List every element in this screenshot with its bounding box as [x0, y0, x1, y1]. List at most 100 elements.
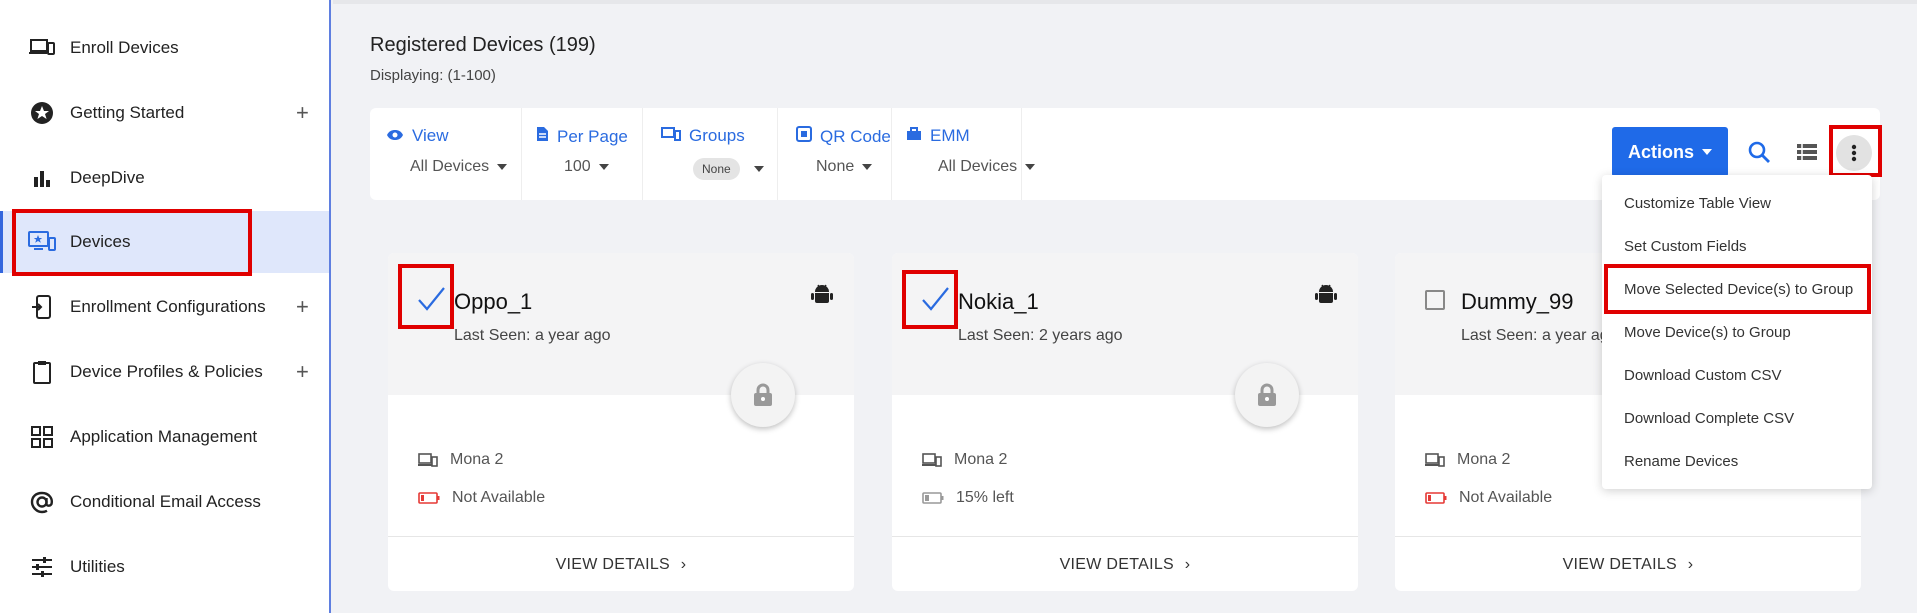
menu-item-move-selected-to-group[interactable]: Move Selected Device(s) to Group: [1624, 281, 1853, 298]
expand-plus-icon[interactable]: +: [296, 359, 309, 385]
device-group-icon: [1425, 453, 1445, 467]
device-card[interactable]: Nokia_1 Last Seen: 2 years ago Mona 2 15…: [892, 253, 1358, 591]
star-circle-icon: [28, 99, 56, 127]
filter-qr-code[interactable]: QR Code None: [778, 108, 892, 200]
last-seen: Last Seen: 2 years ago: [958, 327, 1123, 344]
filter-label: Per Page: [557, 126, 628, 146]
menu-item-rename-devices[interactable]: Rename Devices: [1624, 453, 1738, 470]
battery-empty-icon: [1425, 492, 1447, 504]
filter-label: QR Code: [820, 126, 891, 146]
chevron-right-icon: ›: [680, 556, 687, 573]
emm-select[interactable]: All Devices: [938, 158, 1036, 176]
clipboard-icon: [28, 358, 56, 386]
filter-value: All Devices: [410, 158, 490, 175]
android-icon: [1315, 284, 1337, 303]
sidebar-item-label: Utilities: [70, 557, 125, 576]
actions-button[interactable]: Actions: [1612, 127, 1728, 177]
device-group-row: Mona 2: [1425, 451, 1510, 469]
battery-status: 15% left: [956, 489, 1014, 506]
device-name[interactable]: Oppo_1: [454, 289, 532, 315]
view-details-button[interactable]: VIEW DETAILS ›: [1395, 556, 1861, 574]
sidebar-item-utilities[interactable]: Utilities: [0, 536, 329, 598]
sidebar-item-devices[interactable]: Devices: [0, 211, 329, 273]
lock-button[interactable]: [1235, 363, 1299, 427]
filter-value: None: [693, 158, 740, 180]
filter-view[interactable]: View All Devices: [370, 108, 522, 200]
menu-item-move-to-group[interactable]: Move Device(s) to Group: [1624, 324, 1791, 341]
sidebar-item-label: Enrollment Configurations: [70, 297, 266, 316]
sidebar-item-enroll-devices[interactable]: Enroll Devices: [0, 17, 329, 79]
battery-row: Not Available: [1425, 489, 1552, 507]
device-group: Mona 2: [954, 451, 1008, 468]
sidebar-item-deepdive[interactable]: DeepDive: [0, 147, 329, 209]
menu-item-customize-table-view[interactable]: Customize Table View: [1624, 195, 1771, 212]
sidebar-item-conditional-email-access[interactable]: Conditional Email Access: [0, 471, 329, 533]
sliders-icon: [28, 553, 56, 581]
filter-emm[interactable]: EMM All Devices: [892, 108, 1036, 200]
device-card[interactable]: Oppo_1 Last Seen: a year ago Mona 2 Not …: [388, 253, 854, 591]
filter-value: None: [816, 158, 855, 175]
expand-plus-icon[interactable]: +: [296, 100, 309, 126]
sidebar-item-label: Getting Started: [70, 103, 185, 122]
sidebar: Enroll Devices Getting Started + DeepDiv…: [0, 0, 331, 613]
battery-low-icon: [922, 492, 944, 504]
sidebar-item-application-management[interactable]: Application Management: [0, 406, 329, 468]
lock-icon: [754, 383, 772, 406]
checkbox-checked-icon[interactable]: [920, 285, 950, 315]
list-view-icon[interactable]: [1790, 135, 1824, 169]
checkbox-unchecked[interactable]: [1425, 290, 1445, 310]
sidebar-item-getting-started[interactable]: Getting Started +: [0, 82, 329, 144]
phone-enroll-icon: [28, 293, 56, 321]
sidebar-item-label: Conditional Email Access: [70, 492, 261, 511]
menu-item-download-custom-csv[interactable]: Download Custom CSV: [1624, 367, 1782, 384]
document-icon: [536, 126, 549, 147]
group-icon: [661, 126, 681, 146]
sidebar-item-label: DeepDive: [70, 168, 145, 187]
sidebar-item-label: Device Profiles & Policies: [70, 362, 263, 381]
filter-value: All Devices: [938, 158, 1018, 175]
page-title: Registered Devices (199): [370, 34, 596, 56]
caret-down-icon: [1702, 149, 1712, 155]
device-group-row: Mona 2: [418, 451, 503, 469]
device-name[interactable]: Nokia_1: [958, 289, 1039, 315]
view-details-label: VIEW DETAILS: [1059, 556, 1175, 573]
view-details-label: VIEW DETAILS: [555, 556, 671, 573]
eye-icon: [386, 126, 404, 146]
actions-dropdown-menu: Customize Table View Set Custom Fields M…: [1602, 175, 1872, 489]
android-icon: [811, 284, 833, 303]
per-page-select[interactable]: 100: [564, 158, 609, 176]
checkbox-checked-icon[interactable]: [416, 285, 446, 315]
device-group-icon: [922, 453, 942, 467]
sidebar-item-enrollment-configurations[interactable]: Enrollment Configurations +: [0, 276, 329, 338]
view-select[interactable]: All Devices: [410, 158, 508, 176]
device-group-row: Mona 2: [922, 451, 1007, 469]
view-details-button[interactable]: VIEW DETAILS ›: [388, 556, 854, 574]
device-name[interactable]: Dummy_99: [1461, 289, 1573, 315]
briefcase-icon: [906, 126, 922, 146]
menu-item-set-custom-fields[interactable]: Set Custom Fields: [1624, 238, 1747, 255]
groups-select[interactable]: None: [693, 158, 764, 180]
chevron-right-icon: ›: [1184, 556, 1191, 573]
divider: [388, 536, 854, 537]
view-details-label: VIEW DETAILS: [1562, 556, 1678, 573]
at-sign-icon: [28, 488, 56, 516]
menu-item-download-complete-csv[interactable]: Download Complete CSV: [1624, 410, 1794, 427]
grid-icon: [28, 423, 56, 451]
expand-plus-icon[interactable]: +: [296, 294, 309, 320]
filter-per-page[interactable]: Per Page 100: [522, 108, 643, 200]
top-bar: [333, 0, 1917, 4]
search-icon[interactable]: [1742, 135, 1776, 169]
page-subtitle: Displaying: (1-100): [370, 67, 496, 84]
lock-button[interactable]: [731, 363, 795, 427]
devices-icon: [28, 228, 56, 256]
filter-label: Groups: [689, 126, 745, 145]
battery-row: Not Available: [418, 489, 545, 507]
view-details-button[interactable]: VIEW DETAILS ›: [892, 556, 1358, 574]
filter-groups[interactable]: Groups None: [643, 108, 778, 200]
battery-empty-icon: [418, 492, 440, 504]
qr-code-select[interactable]: None: [816, 158, 873, 176]
sidebar-item-device-profiles-policies[interactable]: Device Profiles & Policies +: [0, 341, 329, 403]
more-vertical-icon[interactable]: [1836, 135, 1872, 171]
actions-label: Actions: [1627, 141, 1694, 162]
divider: [1395, 536, 1861, 537]
